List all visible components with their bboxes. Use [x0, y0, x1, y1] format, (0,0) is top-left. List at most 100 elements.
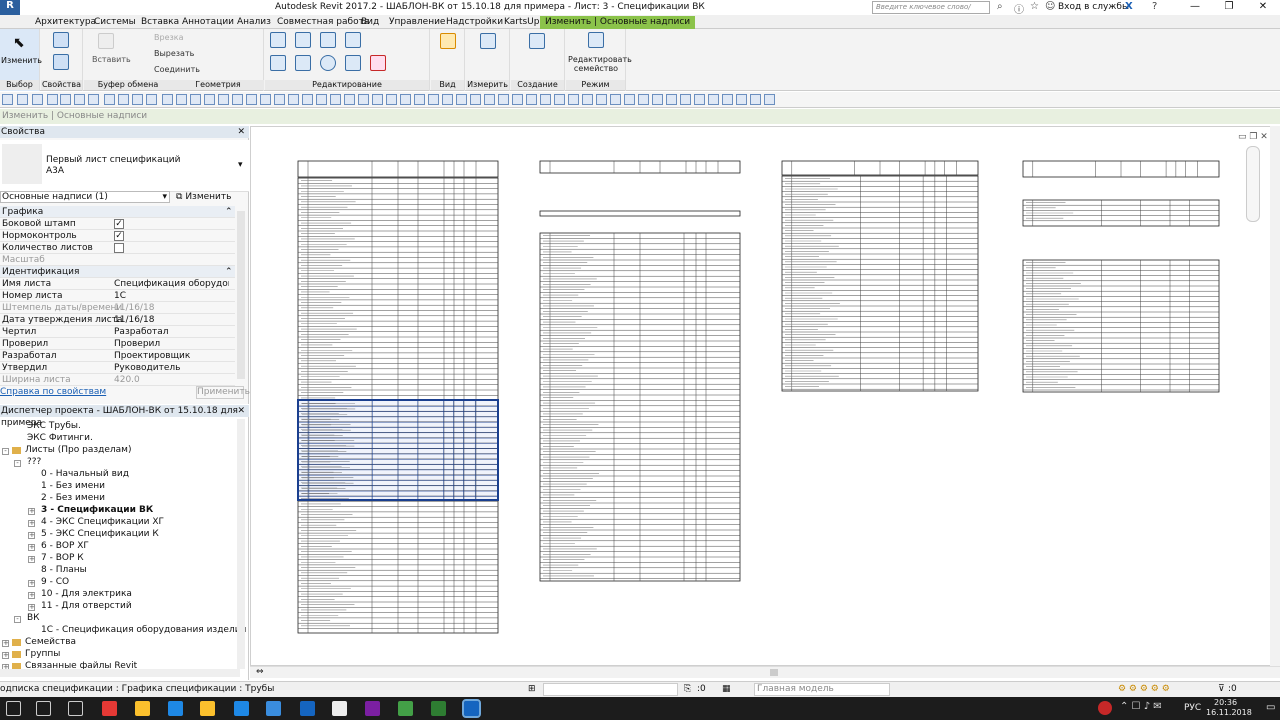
tab-6[interactable]: Вид — [356, 16, 384, 29]
view-icon[interactable] — [440, 33, 456, 49]
toolbar-tool-icon[interactable] — [512, 94, 523, 105]
toolbar-tool-icon[interactable] — [694, 94, 705, 105]
toolbar-tool-icon[interactable] — [204, 94, 215, 105]
toolbar-tool-icon[interactable] — [428, 94, 439, 105]
modify-button[interactable]: ⬉ Изменить Выбор — [0, 29, 42, 91]
antivirus-icon[interactable] — [1098, 701, 1112, 715]
scale-icon[interactable]: ⇔ — [256, 667, 264, 677]
filter-icon[interactable]: ⊽ — [1218, 684, 1225, 694]
toolbar-tool-icon[interactable] — [330, 94, 341, 105]
worksets-icon[interactable]: ⊞ — [528, 684, 536, 694]
drawing-area[interactable]: ▭ ❐ ✕ ⇔ — [250, 126, 1280, 680]
expand-icon[interactable]: + — [28, 592, 35, 599]
property-value[interactable]: 11/16/18 — [114, 314, 229, 326]
browser-item[interactable]: 11 - Для отверстий — [41, 601, 132, 611]
panel-select-label[interactable]: Выбор — [0, 80, 39, 90]
view-window-controls[interactable]: ▭ ❐ ✕ — [1238, 132, 1268, 142]
toolbar-tool-icon[interactable] — [146, 94, 157, 105]
expand-icon[interactable]: + — [28, 508, 35, 515]
toolbar-tool-icon[interactable] — [596, 94, 607, 105]
property-group[interactable]: Графика ⌃ — [0, 206, 235, 218]
browser-item[interactable]: 9 - СО — [41, 577, 69, 587]
close-button[interactable]: ✕ — [1246, 0, 1280, 15]
property-row[interactable]: Масштаб — [0, 254, 235, 266]
toolbar-tool-icon[interactable] — [260, 94, 271, 105]
create-icon[interactable] — [529, 33, 545, 49]
toolbar-tool-icon[interactable] — [666, 94, 677, 105]
toolbar-tool-icon[interactable] — [288, 94, 299, 105]
toolbar-tool-icon[interactable] — [484, 94, 495, 105]
browser-item[interactable]: 2 - Без имени — [41, 493, 105, 503]
ie-icon[interactable] — [234, 701, 249, 716]
revit-active-icon[interactable] — [462, 699, 481, 718]
browser-scrollbar[interactable] — [237, 419, 245, 669]
toolbar-tool-icon[interactable] — [17, 94, 28, 105]
trim-icon[interactable] — [345, 55, 361, 71]
toolbar-tool-icon[interactable] — [274, 94, 285, 105]
toolbar-tool-icon[interactable] — [176, 94, 187, 105]
tab-4[interactable]: Анализ — [232, 16, 276, 29]
toolbar-tool-icon[interactable] — [60, 94, 71, 105]
taskview-icon[interactable] — [68, 701, 83, 716]
toolbar-tool-icon[interactable] — [316, 94, 327, 105]
cut-button[interactable]: Вырезать — [154, 49, 194, 58]
expand-icon[interactable]: + — [28, 580, 35, 587]
selection-icons[interactable]: ⚙ ⚙ ⚙ ⚙ ⚙ — [1118, 684, 1170, 694]
edit-family-icon[interactable] — [588, 32, 604, 48]
toolbar-tool-icon[interactable] — [414, 94, 425, 105]
collapse-icon[interactable]: ⌃ — [225, 206, 233, 218]
property-group[interactable]: Идентификация ⌃ — [0, 266, 235, 278]
toolbar-tool-icon[interactable] — [722, 94, 733, 105]
toolbar-tool-icon[interactable] — [118, 94, 129, 105]
toolbar-tool-icon[interactable] — [582, 94, 593, 105]
tab-8[interactable]: Надстройки — [441, 16, 508, 29]
property-value[interactable]: 420.0 — [114, 374, 229, 386]
workset-select[interactable] — [543, 683, 678, 696]
property-row[interactable]: Штемпель даты/времени 11/16/18 — [0, 302, 235, 314]
revit-logo-icon[interactable]: R — [0, 0, 20, 15]
browser-item[interactable]: ВК — [27, 613, 40, 623]
help-icon[interactable]: ? — [1152, 1, 1157, 12]
toolbar-tool-icon[interactable] — [750, 94, 761, 105]
tab-1[interactable]: Системы — [89, 16, 141, 29]
mirror-icon[interactable] — [320, 32, 336, 48]
browser-item[interactable]: ??? — [27, 457, 41, 467]
toolbar-tool-icon[interactable] — [610, 94, 621, 105]
property-row[interactable]: Разработал Проектировщик — [0, 350, 235, 362]
collapse-icon[interactable]: - — [2, 448, 9, 455]
toolbar-tool-icon[interactable] — [708, 94, 719, 105]
type-properties-icon[interactable] — [53, 54, 69, 70]
yandex-icon[interactable] — [102, 701, 117, 716]
toolbar-tool-icon[interactable] — [624, 94, 635, 105]
expand-icon[interactable]: + — [28, 532, 35, 539]
browser-item[interactable]: 4 - ЭКС Спецификации ХГ — [41, 517, 164, 527]
maximize-button[interactable]: ❐ — [1212, 0, 1246, 15]
property-row[interactable]: Проверил Проверил — [0, 338, 235, 350]
crop-button[interactable]: Врезка — [154, 33, 183, 42]
browser-item[interactable]: Семейства — [25, 637, 76, 647]
expand-icon[interactable]: + — [2, 652, 9, 659]
expand-icon[interactable]: + — [28, 604, 35, 611]
edit-family-button[interactable]: Редактировать семейство — [568, 55, 632, 73]
toolbar-tool-icon[interactable] — [442, 94, 453, 105]
toolbar-tool-icon[interactable] — [132, 94, 143, 105]
toolbar-tool-icon[interactable] — [470, 94, 481, 105]
tab-9[interactable]: KartsUp — [499, 16, 544, 29]
toolbar-tool-icon[interactable] — [372, 94, 383, 105]
clock-time[interactable]: 20:36 — [1214, 698, 1237, 707]
expand-icon[interactable]: + — [28, 544, 35, 551]
browser-item[interactable]: 8 - Планы — [41, 565, 87, 575]
star-icon[interactable]: ☆ — [1030, 1, 1039, 12]
hscroll-thumb[interactable] — [770, 669, 778, 676]
expand-icon[interactable]: + — [2, 640, 9, 647]
property-value[interactable]: Руководитель — [114, 362, 229, 374]
toolbar-tool-icon[interactable] — [2, 94, 13, 105]
folder-icon[interactable] — [200, 701, 215, 716]
type-selector[interactable]: Первый лист спецификаций А3А ▾ — [0, 140, 249, 192]
browser-item[interactable]: 0 - Начальный вид — [41, 469, 129, 479]
toolbar-tool-icon[interactable] — [680, 94, 691, 105]
design-options-icon[interactable]: ▦ — [722, 684, 731, 694]
toolbar-tool-icon[interactable] — [652, 94, 663, 105]
browser-item[interactable]: 3 - Спецификации ВК — [41, 505, 153, 515]
mirror-draw-icon[interactable] — [345, 32, 361, 48]
